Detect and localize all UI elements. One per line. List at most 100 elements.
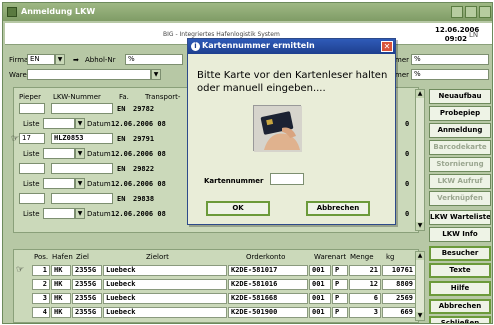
row-4-pieper[interactable] xyxy=(19,193,45,204)
row-2-lkw[interactable]: HLZ0853 xyxy=(51,133,113,144)
row-2-datum: 12.06.2006 08 xyxy=(111,150,166,158)
row-1-pieper[interactable] xyxy=(19,103,45,114)
row-4-transport: 29838 xyxy=(133,195,155,203)
cell-zielort: Luebeck xyxy=(103,293,227,304)
header-time: 09:02 xyxy=(444,35,467,43)
row-3-liste-dropdown[interactable]: ▼ xyxy=(75,178,85,189)
row-4-liste-label: Liste xyxy=(23,210,40,218)
minimize-button[interactable] xyxy=(451,6,463,18)
cell-menge: 3 xyxy=(349,307,381,318)
verknuepfen-button[interactable]: Verknüpfen xyxy=(429,191,491,206)
card-number-input[interactable] xyxy=(270,173,304,185)
row-4-suffix: 0 xyxy=(405,210,410,218)
anmeldung-button[interactable]: Anmeldung xyxy=(429,123,491,138)
cell-ziel: 2355G xyxy=(72,307,102,318)
cell-p: P xyxy=(332,293,348,304)
row-1-liste-dropdown[interactable]: ▼ xyxy=(75,118,85,129)
scroll-up-arrow-icon[interactable]: ▲ xyxy=(416,90,424,98)
firma-dropdown-button[interactable]: ▼ xyxy=(55,54,65,65)
top-grid-scrollbar[interactable]: ▲ ▼ xyxy=(415,89,425,231)
neuaufbau-button[interactable]: Neuaufbau xyxy=(429,89,491,104)
info-icon: i xyxy=(191,42,200,51)
abbrechen-button[interactable]: Abbrechen xyxy=(429,299,491,314)
row-2-liste-dropdown[interactable]: ▼ xyxy=(75,148,85,159)
right-filter-input-1[interactable]: % xyxy=(411,54,489,65)
barcodekarte-button[interactable]: Barcodekarte xyxy=(429,140,491,155)
row-1-liste-label: Liste xyxy=(23,120,40,128)
table-row[interactable]: 3 HK 2355G Luebeck K2DE-581668 001 P 6 2… xyxy=(14,292,416,305)
cell-ziel: 2355G xyxy=(72,265,102,276)
table-row[interactable]: ☞ 1 HK 2355G Luebeck K2DE-581017 001 P 2… xyxy=(14,264,416,277)
schliessen-button[interactable]: Schließen xyxy=(429,316,491,323)
row-3-liste-label: Liste xyxy=(23,180,40,188)
scroll-up-arrow-icon[interactable]: ▲ xyxy=(416,252,424,260)
firma-label: Firma xyxy=(9,56,29,64)
stornierung-button[interactable]: Stornierung xyxy=(429,157,491,172)
abhol-input[interactable]: % xyxy=(125,54,183,65)
row-3-lkw[interactable] xyxy=(51,163,113,174)
row-4-liste-dropdown[interactable]: ▼ xyxy=(75,208,85,219)
maximize-button[interactable] xyxy=(465,6,477,18)
row-4-lkw[interactable] xyxy=(51,193,113,204)
col-header-menge: Menge xyxy=(350,253,374,261)
besucher-button[interactable]: Besucher xyxy=(429,246,491,261)
row-3-pieper[interactable] xyxy=(19,163,45,174)
cell-p: P xyxy=(332,265,348,276)
ok-button[interactable]: OK xyxy=(206,201,270,216)
col-header-ziel: Ziel xyxy=(76,253,89,261)
header-date: 12.06.2006 xyxy=(435,26,480,34)
cell-menge: 21 xyxy=(349,265,381,276)
abhol-label: Abhol-Nr xyxy=(85,56,116,64)
scroll-down-arrow-icon[interactable]: ▼ xyxy=(416,222,424,230)
cell-orderkonto: K2DE-581017 xyxy=(228,265,308,276)
row-1-liste-select[interactable] xyxy=(43,118,75,129)
close-window-button[interactable] xyxy=(479,6,491,18)
position-grid: Pos. Hafen Ziel Zielort Orderkonto Waren… xyxy=(13,249,419,323)
row-2-transport: 29791 xyxy=(133,135,155,143)
cell-orderkonto: K2DE-581016 xyxy=(228,279,308,290)
row-1-transport: 29782 xyxy=(133,105,155,113)
lkw-aufruf-button[interactable]: LKW Aufruf xyxy=(429,174,491,189)
dialog-close-button[interactable]: ✕ xyxy=(381,41,393,52)
system-title: BIG - Integriertes Hafenlogistik System xyxy=(163,31,280,38)
row-3-liste-select[interactable] xyxy=(43,178,75,189)
right-filter-label-1: mer xyxy=(395,56,410,64)
cell-warenart: 001 xyxy=(309,307,331,318)
firma-select[interactable]: EN xyxy=(27,54,55,65)
row-3-datum-label: Datum xyxy=(87,180,111,188)
ware-label: Ware xyxy=(9,71,27,79)
ware-select[interactable] xyxy=(27,69,151,80)
window-title: Anmeldung LKW xyxy=(21,7,96,16)
table-row[interactable]: 4 HK 2355G Luebeck K2DE-501900 001 P 3 6… xyxy=(14,306,416,319)
lkw-info-button[interactable]: LKW Info xyxy=(429,227,491,242)
texte-button[interactable]: Texte xyxy=(429,263,491,278)
abbrechen-dialog-button[interactable]: Abbrechen xyxy=(306,201,370,216)
lkw-warteliste-button[interactable]: LKW Warteliste xyxy=(429,210,491,225)
arrow-right-icon: ➡ xyxy=(73,56,79,64)
right-filter-input-2[interactable]: % xyxy=(411,69,489,80)
row-4-liste-select[interactable] xyxy=(43,208,75,219)
cell-kg: 10761 xyxy=(382,265,416,276)
row-1-lkw[interactable] xyxy=(51,103,113,114)
row-2-liste-select[interactable] xyxy=(43,148,75,159)
hilfe-button[interactable]: Hilfe xyxy=(429,281,491,296)
header-datetime: 12.06.2006 09:02 xyxy=(435,26,480,44)
cell-kg: 669 xyxy=(382,307,416,318)
row-1-datum: 12.06.2006 08 xyxy=(111,120,166,128)
row-1-fa: EN xyxy=(117,105,126,113)
probepiep-button[interactable]: Probepiep xyxy=(429,106,491,121)
row-2-pieper[interactable]: 17 xyxy=(19,133,45,144)
dialog-title-bar[interactable]: i Kartennummer ermitteln ✕ xyxy=(188,39,395,54)
row-3-fa: EN xyxy=(117,165,126,173)
language-indicator[interactable]: LN xyxy=(469,31,478,39)
cell-menge: 6 xyxy=(349,293,381,304)
col-header-hafen: Hafen xyxy=(52,253,73,261)
table-row[interactable]: 2 HK 2355G Luebeck K2DE-581016 001 P 12 … xyxy=(14,278,416,291)
title-bar[interactable]: Anmeldung LKW xyxy=(3,3,492,21)
card-number-label: Kartennummer xyxy=(204,177,264,185)
bottom-grid-scrollbar[interactable]: ▲ ▼ xyxy=(415,251,425,321)
scroll-down-arrow-icon[interactable]: ▼ xyxy=(416,312,424,320)
row-2-datum-label: Datum xyxy=(87,150,111,158)
ware-dropdown-button[interactable]: ▼ xyxy=(151,69,161,80)
col-header-orderkonto: Orderkonto xyxy=(246,253,286,261)
